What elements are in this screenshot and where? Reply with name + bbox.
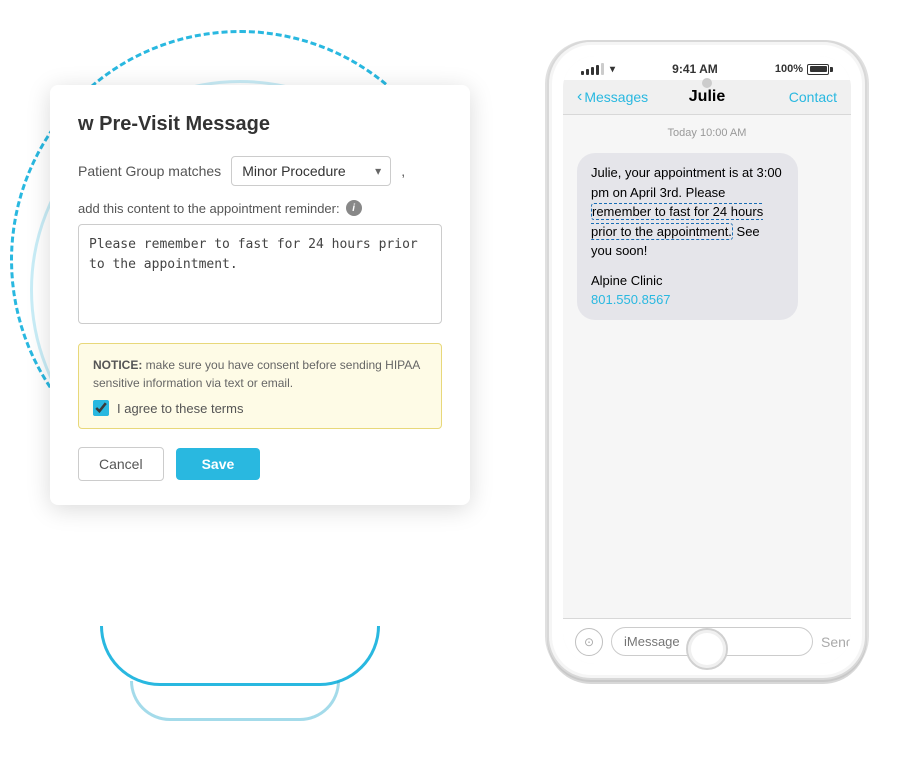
- phone-mute-button: [547, 142, 549, 172]
- battery-fill: [810, 66, 827, 72]
- reminder-label-row: add this content to the appointment remi…: [78, 200, 442, 216]
- patient-group-row: Patient Group matches Minor ProcedureAnn…: [78, 156, 442, 186]
- dialog-buttons: Cancel Save: [78, 447, 442, 481]
- status-time: 9:41 AM: [672, 62, 718, 76]
- arc-decoration-2: [130, 681, 340, 721]
- send-button[interactable]: Send: [821, 634, 851, 650]
- back-label: Messages: [584, 89, 648, 105]
- back-chevron-icon: ‹: [577, 89, 582, 105]
- battery-tip: [830, 67, 833, 72]
- left-panel: w Pre-Visit Message Patient Group matche…: [0, 0, 520, 781]
- pre-visit-dialog: w Pre-Visit Message Patient Group matche…: [50, 85, 470, 505]
- signal-bars: [581, 63, 604, 75]
- signal-bar-5: [601, 63, 604, 75]
- message-area: Today 10:00 AM Julie, your appointment i…: [563, 115, 851, 618]
- battery-body: [807, 64, 829, 75]
- agree-label: I agree to these terms: [117, 401, 243, 416]
- camera-button[interactable]: ⊙: [575, 628, 603, 656]
- patient-group-dropdown[interactable]: Minor ProcedureAnnual VisitLab WorkFollo…: [231, 156, 391, 186]
- signal-bar-4: [596, 65, 599, 75]
- phone-volume-up-button: [547, 187, 549, 237]
- info-icon[interactable]: i: [346, 200, 362, 216]
- scene: w Pre-Visit Message Patient Group matche…: [0, 0, 897, 781]
- cancel-button[interactable]: Cancel: [78, 447, 164, 481]
- checkbox-row[interactable]: I agree to these terms: [93, 400, 427, 416]
- reminder-label: add this content to the appointment remi…: [78, 201, 340, 216]
- notice-text: NOTICE: make sure you have consent befor…: [93, 356, 427, 392]
- battery-percentage: 100%: [775, 63, 803, 75]
- battery-area: 100%: [775, 63, 833, 75]
- signal-area: ▾: [581, 63, 615, 75]
- dropdown-wrapper[interactable]: Minor ProcedureAnnual VisitLab WorkFollo…: [231, 156, 391, 186]
- notice-bold: NOTICE:: [93, 358, 142, 372]
- patient-group-label: Patient Group matches: [78, 163, 221, 179]
- wifi-icon: ▾: [610, 64, 615, 75]
- content-textarea[interactable]: Please remember to fast for 24 hours pri…: [78, 224, 442, 324]
- camera-icon: ⊙: [584, 635, 594, 649]
- message-pre-text: Julie, your appointment is at 3:00 pm on…: [591, 165, 782, 200]
- signal-bar-3: [591, 67, 594, 75]
- phone-power-button: [865, 182, 867, 242]
- phone-wrapper: ▾ 9:41 AM 100%: [547, 40, 867, 700]
- message-timestamp: Today 10:00 AM: [577, 127, 837, 139]
- signal-bar-2: [586, 69, 589, 75]
- signal-bar-1: [581, 71, 584, 75]
- dialog-title: w Pre-Visit Message: [78, 113, 442, 136]
- status-bar: ▾ 9:41 AM 100%: [563, 56, 851, 80]
- back-button[interactable]: ‹ Messages: [577, 89, 664, 105]
- arc-decoration-1: [100, 626, 380, 686]
- notice-body: make sure you have consent before sendin…: [93, 358, 420, 390]
- message-bubble: Julie, your appointment is at 3:00 pm on…: [577, 153, 798, 320]
- phone-screen: ▾ 9:41 AM 100%: [563, 56, 851, 664]
- save-button[interactable]: Save: [176, 448, 261, 480]
- battery-icon: [807, 64, 833, 75]
- camera: [702, 78, 712, 88]
- phone-body: ▾ 9:41 AM 100%: [547, 40, 867, 680]
- clinic-phone: 801.550.8567: [591, 290, 784, 310]
- comma-separator: ,: [401, 163, 405, 179]
- phone-volume-down-button: [547, 247, 549, 297]
- agree-checkbox[interactable]: [93, 400, 109, 416]
- clinic-name: Alpine Clinic: [591, 271, 784, 291]
- home-button[interactable]: [686, 628, 728, 670]
- contact-button[interactable]: Contact: [750, 89, 837, 105]
- nav-title: Julie: [664, 88, 751, 106]
- notice-box: NOTICE: make sure you have consent befor…: [78, 343, 442, 429]
